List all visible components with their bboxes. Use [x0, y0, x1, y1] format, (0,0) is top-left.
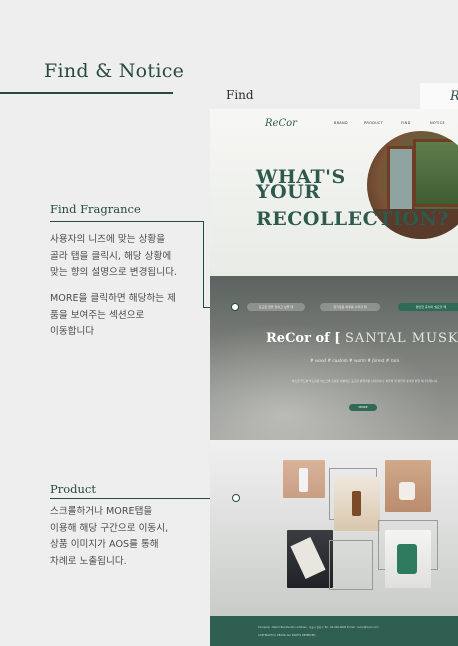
- nav-notice[interactable]: NOTICE: [430, 121, 445, 125]
- connector-line: [203, 221, 204, 308]
- situation-tab-3[interactable]: 편안한 휴식이 필요할 때: [398, 303, 458, 311]
- product-image[interactable]: [287, 530, 333, 588]
- tab-find[interactable]: Find: [226, 88, 254, 102]
- product-image[interactable]: [283, 460, 325, 498]
- find-section: 포근한 잠을 청하고 싶을 때 향기로운 하루를 시작할 때 편안한 휴식이 필…: [210, 276, 458, 440]
- hero-section: ReCor BRAND PRODUCT FIND NOTICE WHAT'S Y…: [210, 109, 458, 276]
- window-frame: [387, 146, 415, 212]
- footer-info: Company : ReCor Recollection Address : 서…: [258, 626, 379, 629]
- connector-dot: [232, 494, 240, 502]
- title-underline: [0, 92, 173, 94]
- product-image[interactable]: [385, 530, 431, 588]
- product-image[interactable]: [385, 460, 431, 512]
- tab-next-glyph: R: [450, 89, 458, 104]
- site-footer: Company : ReCor Recollection Address : 서…: [210, 616, 458, 646]
- text-line: 맞는 향의 설명으로 변경됩니다.: [50, 267, 177, 278]
- product-section: [210, 440, 458, 616]
- page-title: Find & Notice: [44, 60, 185, 82]
- connector-dot: [231, 303, 239, 311]
- product-frame: [329, 540, 373, 590]
- scent-description: 따스한 우드와 부드러운 머스크의 조화로 차분하고 포근한 분위기를 선사합니…: [291, 379, 439, 383]
- find-fragrance-rule: [50, 221, 204, 222]
- scent-tags: # wood # custom # warm # forest # rain: [310, 358, 400, 363]
- nav-product[interactable]: PRODUCT: [364, 121, 383, 125]
- website-mockup: ReCor BRAND PRODUCT FIND NOTICE WHAT'S Y…: [210, 109, 458, 646]
- situation-tab-2[interactable]: 향기로운 하루를 시작할 때: [320, 303, 380, 311]
- text-line: 품을 보여주는 섹션으로: [50, 309, 145, 321]
- find-fragrance-desc-2: MORE을 클릭하면 해당하는 제 품을 보여주는 섹션으로 이동합니다: [50, 291, 176, 341]
- more-button[interactable]: MORE: [349, 404, 377, 411]
- text-line: 상품 이미지가 AOS를 통해: [50, 539, 159, 550]
- hero-headline-2: YOUR: [256, 181, 321, 203]
- nav-brand[interactable]: BRAND: [334, 121, 348, 125]
- text-line: MORE을 클릭하면 해당하는 제: [50, 293, 176, 304]
- find-fragrance-title: Find Fragrance: [50, 202, 141, 216]
- text-line: 차례로 노출됩니다.: [50, 555, 127, 567]
- footer-copyright: COPYRIGHT(C) RECOR ALL RIGHTS RESERVED.: [258, 634, 317, 637]
- find-title-prefix: ReCor of [: [266, 331, 341, 346]
- site-logo[interactable]: ReCor: [265, 118, 297, 129]
- text-line: 이동합니다: [50, 326, 95, 337]
- hero-headline-3: RECOLLECTION?: [256, 208, 449, 230]
- text-line: 스크롤하거나 MORE탭을: [50, 506, 153, 517]
- nav-find[interactable]: FIND: [401, 121, 411, 125]
- text-line: 사용자의 니즈에 맞는 상황을: [50, 234, 166, 245]
- find-title: ReCor of [ SANTAL MUSK ]: [266, 331, 458, 346]
- find-fragrance-desc-1: 사용자의 니즈에 맞는 상황을 골라 탭을 클릭시, 해당 상황에 맞는 향의 …: [50, 232, 177, 282]
- find-title-scent: SANTAL MUSK: [344, 331, 458, 346]
- text-line: 이용해 해당 구간으로 이동시,: [50, 522, 169, 534]
- text-line: 골라 탭을 클릭시, 해당 상황에: [50, 250, 172, 262]
- product-image[interactable]: [334, 477, 380, 531]
- product-title: Product: [50, 482, 96, 496]
- situation-tab-1[interactable]: 포근한 잠을 청하고 싶을 때: [247, 303, 305, 311]
- product-desc: 스크롤하거나 MORE탭을 이용해 해당 구간으로 이동시, 상품 이미지가 A…: [50, 504, 168, 570]
- window-frame: [413, 139, 458, 207]
- product-rule: [50, 498, 236, 499]
- tab-next[interactable]: R: [420, 83, 458, 110]
